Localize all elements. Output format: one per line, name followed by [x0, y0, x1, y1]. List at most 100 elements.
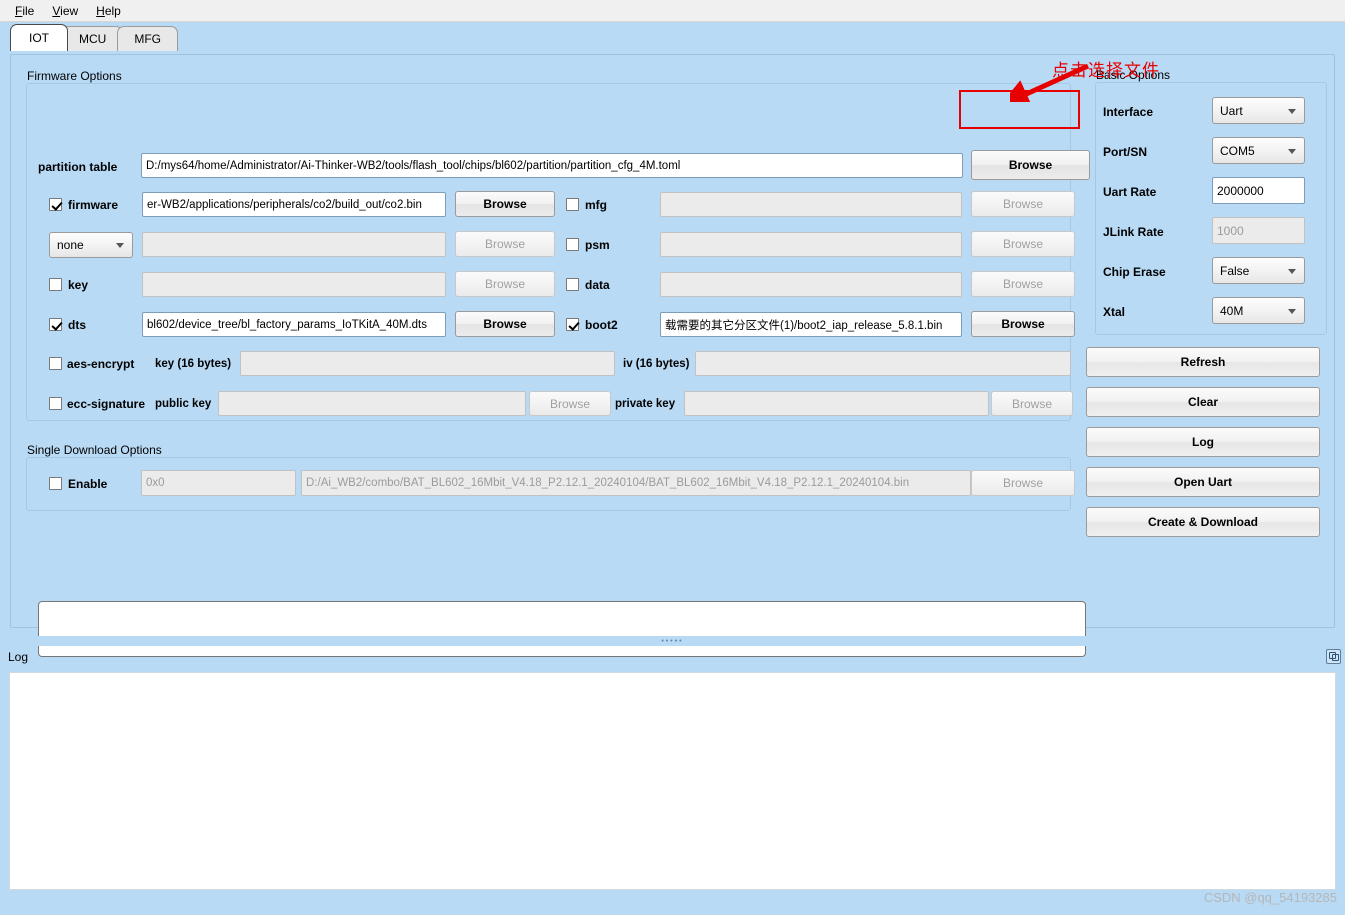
- tab-mfg-label: MFG: [134, 32, 161, 46]
- none-select-browse-button: Browse: [455, 231, 555, 257]
- menu-bar: File View Help: [0, 0, 1345, 22]
- refresh-button[interactable]: Refresh: [1086, 347, 1320, 377]
- chip-erase-combo[interactable]: False: [1212, 257, 1305, 284]
- interface-combo[interactable]: Uart: [1212, 97, 1305, 124]
- xtal-value: 40M: [1220, 303, 1244, 318]
- chevron-down-icon: [1288, 108, 1296, 114]
- interface-label: Interface: [1103, 105, 1154, 119]
- chevron-down-icon: [1288, 268, 1296, 274]
- firmware-options-title: Firmware Options: [27, 69, 122, 83]
- chip-erase-label: Chip Erase: [1103, 265, 1166, 279]
- uart-rate-label: Uart Rate: [1103, 185, 1157, 199]
- log-output-area[interactable]: [9, 672, 1336, 890]
- aes-iv-input[interactable]: [695, 351, 1071, 376]
- xtal-label: Xtal: [1103, 305, 1126, 319]
- public-key-input[interactable]: [218, 391, 526, 416]
- menu-item-help[interactable]: Help: [87, 2, 130, 20]
- private-key-input[interactable]: [684, 391, 989, 416]
- firmware-checkbox[interactable]: [49, 198, 62, 211]
- single-download-address-input[interactable]: 0x0: [141, 470, 296, 496]
- firmware-browse-button[interactable]: Browse: [455, 191, 555, 217]
- mfg-browse-button: Browse: [971, 191, 1075, 217]
- aes-encrypt-checkbox[interactable]: [49, 357, 62, 370]
- psm-browse-button: Browse: [971, 231, 1075, 257]
- single-download-browse-button: Browse: [971, 470, 1075, 496]
- xtal-combo[interactable]: 40M: [1212, 297, 1305, 324]
- clear-button[interactable]: Clear: [1086, 387, 1320, 417]
- float-window-icon[interactable]: [1326, 649, 1341, 664]
- private-key-browse-button: Browse: [991, 391, 1073, 416]
- psm-path-input[interactable]: [660, 232, 962, 257]
- boot2-label: boot2: [585, 318, 618, 332]
- tab-mfg[interactable]: MFG: [117, 26, 178, 51]
- none-select-path-input[interactable]: [142, 232, 446, 257]
- dts-checkbox[interactable]: [49, 318, 62, 331]
- annotation-text: 点击选择文件: [1052, 61, 1160, 81]
- create-download-button[interactable]: Create & Download: [1086, 507, 1320, 537]
- mfg-path-input[interactable]: [660, 192, 962, 217]
- mfg-label: mfg: [585, 198, 607, 212]
- dts-browse-button[interactable]: Browse: [455, 311, 555, 337]
- chevron-down-icon: [116, 243, 124, 248]
- partition-table-label: partition table: [38, 160, 118, 174]
- chip-erase-value: False: [1220, 263, 1250, 278]
- watermark-text: CSDN @qq_54193285: [1203, 890, 1337, 905]
- log-dock-header: Log: [0, 646, 1345, 672]
- tab-mcu-label: MCU: [79, 32, 107, 46]
- data-checkbox[interactable]: [566, 278, 579, 291]
- none-select-combo[interactable]: none: [49, 232, 133, 258]
- splitter-grip-icon: •••••: [661, 637, 684, 645]
- ecc-signature-checkbox[interactable]: [49, 397, 62, 410]
- port-sn-value: COM5: [1220, 143, 1255, 158]
- key-browse-button: Browse: [455, 271, 555, 297]
- boot2-browse-button[interactable]: Browse: [971, 311, 1075, 337]
- chevron-down-icon: [1288, 308, 1296, 314]
- aes-key-label: key (16 bytes): [155, 358, 232, 370]
- firmware-label: firmware: [68, 198, 119, 212]
- open-uart-button[interactable]: Open Uart: [1086, 467, 1320, 497]
- tab-iot[interactable]: IOT: [10, 24, 68, 51]
- menu-item-view[interactable]: View: [43, 2, 87, 20]
- partition-table-browse-button[interactable]: Browse: [971, 150, 1090, 180]
- single-download-enable-label: Enable: [68, 477, 108, 491]
- single-download-file-input[interactable]: D:/Ai_WB2/combo/BAT_BL602_16Mbit_V4.18_P…: [301, 470, 971, 496]
- public-key-browse-button: Browse: [529, 391, 611, 416]
- mfg-checkbox[interactable]: [566, 198, 579, 211]
- key-label: key: [68, 278, 89, 292]
- log-button[interactable]: Log: [1086, 427, 1320, 457]
- jlink-rate-input[interactable]: 1000: [1212, 217, 1305, 244]
- private-key-label: private key: [615, 398, 676, 410]
- tab-iot-label: IOT: [29, 31, 49, 45]
- partition-table-input[interactable]: D:/mys64/home/Administrator/Ai-Thinker-W…: [141, 153, 963, 178]
- tab-strip: IOT MCU MFG: [0, 22, 1345, 51]
- boot2-checkbox[interactable]: [566, 318, 579, 331]
- port-sn-combo[interactable]: COM5: [1212, 137, 1305, 164]
- dts-path-input[interactable]: bl602/device_tree/bl_factory_params_IoTK…: [142, 312, 446, 337]
- data-label: data: [585, 278, 610, 292]
- port-sn-label: Port/SN: [1103, 145, 1148, 159]
- aes-encrypt-label: aes-encrypt: [67, 357, 135, 371]
- tab-mcu[interactable]: MCU: [62, 26, 124, 51]
- firmware-path-input[interactable]: er-WB2/applications/peripherals/co2/buil…: [142, 192, 446, 217]
- dts-label: dts: [68, 318, 86, 332]
- public-key-label: public key: [155, 398, 212, 410]
- log-dock-title: Log: [8, 650, 29, 664]
- menu-item-file[interactable]: File: [6, 2, 43, 20]
- psm-checkbox[interactable]: [566, 238, 579, 251]
- data-path-input[interactable]: [660, 272, 962, 297]
- ecc-signature-label: ecc-signature: [67, 397, 146, 411]
- uart-rate-input[interactable]: 2000000: [1212, 177, 1305, 204]
- interface-value: Uart: [1220, 103, 1243, 118]
- log-splitter[interactable]: •••••: [0, 636, 1345, 646]
- boot2-path-input[interactable]: 载需要的其它分区文件(1)/boot2_iap_release_5.8.1.bi…: [660, 312, 962, 337]
- key-checkbox[interactable]: [49, 278, 62, 291]
- aes-iv-label: iv (16 bytes): [623, 358, 690, 370]
- jlink-rate-label: JLink Rate: [1103, 225, 1164, 239]
- flash-tool-window: File View Help IOT MCU MFG Firmware Opti…: [0, 0, 1345, 915]
- single-download-enable-checkbox[interactable]: [49, 477, 62, 490]
- key-path-input[interactable]: [142, 272, 446, 297]
- psm-label: psm: [585, 238, 610, 252]
- aes-key-input[interactable]: [240, 351, 615, 376]
- data-browse-button: Browse: [971, 271, 1075, 297]
- none-select-value: none: [57, 238, 84, 252]
